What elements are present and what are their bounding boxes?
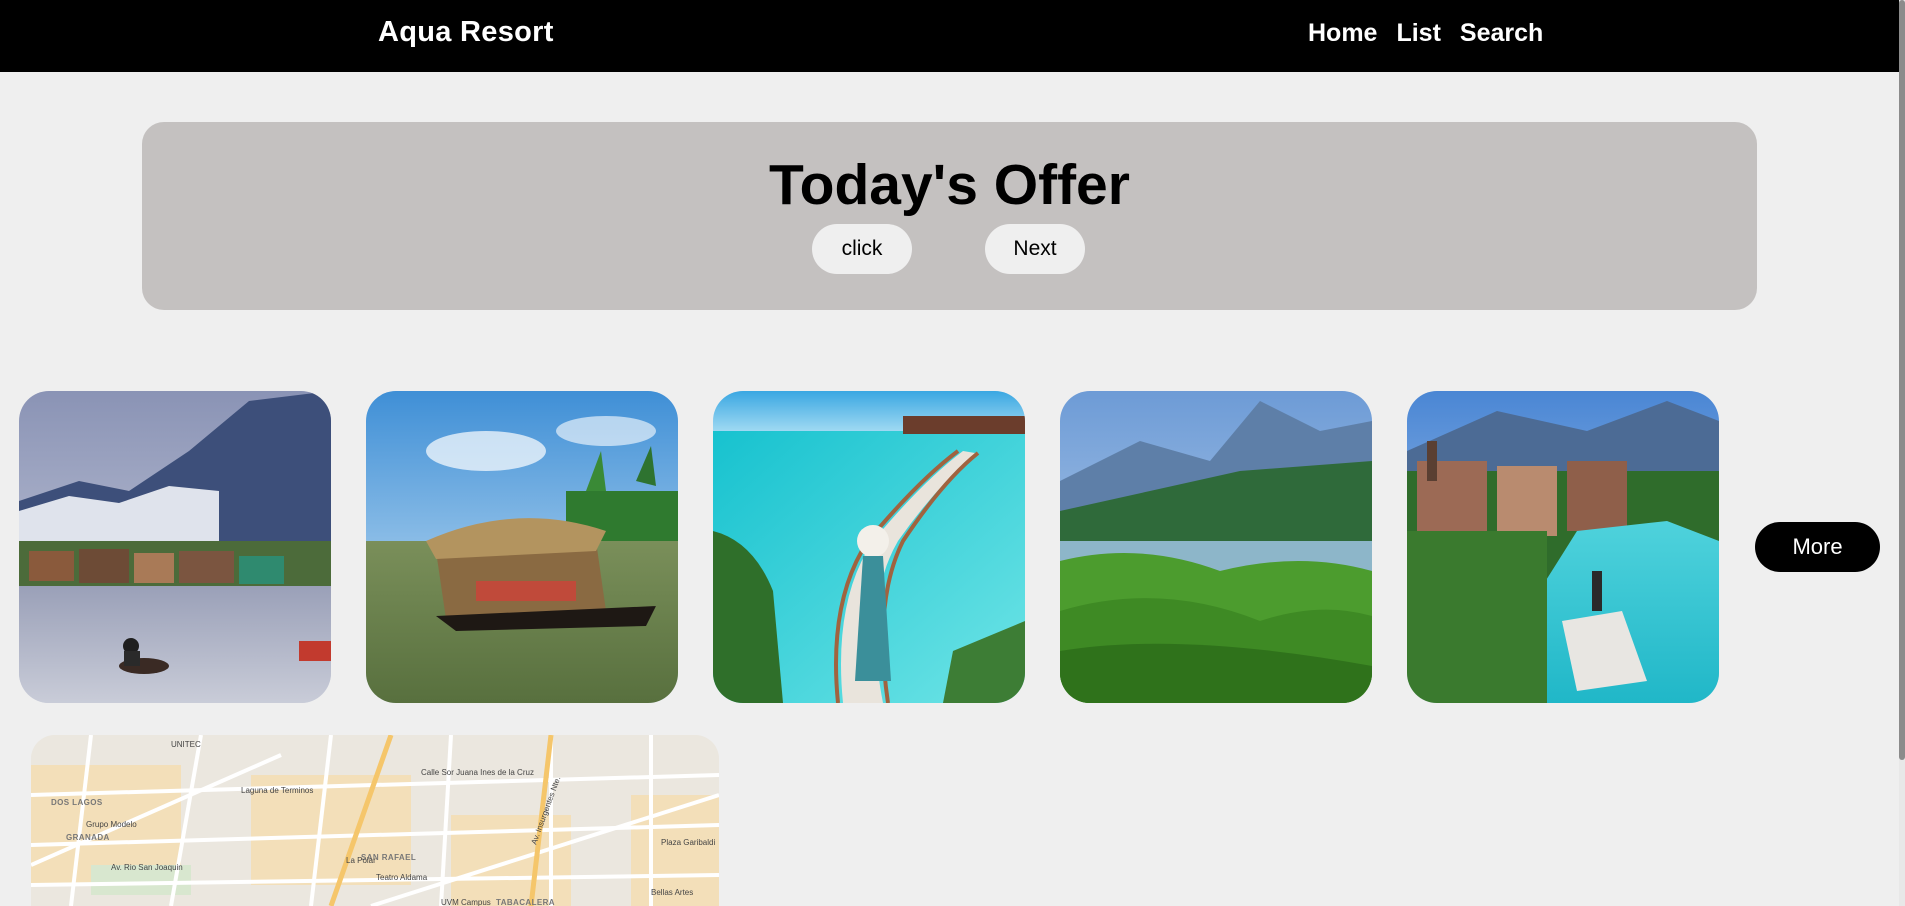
river-town-photo (1407, 391, 1719, 703)
gallery-image-kerala-houseboat[interactable] (366, 391, 678, 703)
scrollbar-thumb[interactable] (1899, 0, 1905, 760)
map-street-sor-juana: Calle Sor Juana Ines de la Cruz (421, 768, 534, 777)
gallery-image-tea-hills[interactable] (1060, 391, 1372, 703)
map-place-la-polar: La Polar (346, 856, 376, 865)
nav-link-list[interactable]: List (1396, 19, 1440, 48)
offer-next-button[interactable]: Next (985, 224, 1085, 274)
map-place-uvm-campus: UVM Campus (441, 898, 491, 906)
gallery-image-boardwalk-sea[interactable] (713, 391, 1025, 703)
nav-link-home[interactable]: Home (1308, 19, 1377, 48)
map-place-teatro-aldama: Teatro Aldama (376, 873, 428, 882)
more-button[interactable]: More (1755, 522, 1880, 572)
tea-hills-photo (1060, 391, 1372, 703)
main-nav: Home List Search (1308, 19, 1543, 48)
nav-link-search[interactable]: Search (1460, 19, 1543, 48)
offer-title: Today's Offer (769, 153, 1130, 217)
map-place-unitec: UNITEC (171, 740, 201, 749)
map-street-rio-san-joaquin: Av. Rio San Joaquin (111, 863, 183, 872)
map-place-grupo-modelo: Grupo Modelo (86, 820, 137, 829)
map-street-laguna-de-terminos: Laguna de Terminos (241, 786, 313, 795)
location-map[interactable]: DOS LAGOS GRANADA SAN RAFAEL TABACALERA … (31, 735, 719, 906)
offer-click-button[interactable]: click (812, 224, 912, 274)
map-district-granada: GRANADA (66, 833, 110, 842)
map-place-bellas-artes: Bellas Artes (651, 888, 693, 897)
map-place-plaza-garibaldi: Plaza Garibaldi (661, 838, 715, 847)
page-scrollbar[interactable] (1899, 0, 1905, 906)
gallery-image-lake-houseboats[interactable] (19, 391, 331, 703)
gallery-image-river-town[interactable] (1407, 391, 1719, 703)
boardwalk-sea-photo (713, 391, 1025, 703)
top-navbar: Aqua Resort Home List Search (0, 0, 1905, 72)
lake-houseboats-photo (19, 391, 331, 703)
kerala-houseboat-photo (366, 391, 678, 703)
map-district-dos-lagos: DOS LAGOS (51, 798, 103, 807)
street-map: DOS LAGOS GRANADA SAN RAFAEL TABACALERA … (31, 735, 719, 906)
brand-logo-text[interactable]: Aqua Resort (378, 16, 554, 49)
map-district-tabacalera: TABACALERA (496, 898, 555, 906)
todays-offer-panel: Today's Offer click Next (142, 122, 1757, 310)
